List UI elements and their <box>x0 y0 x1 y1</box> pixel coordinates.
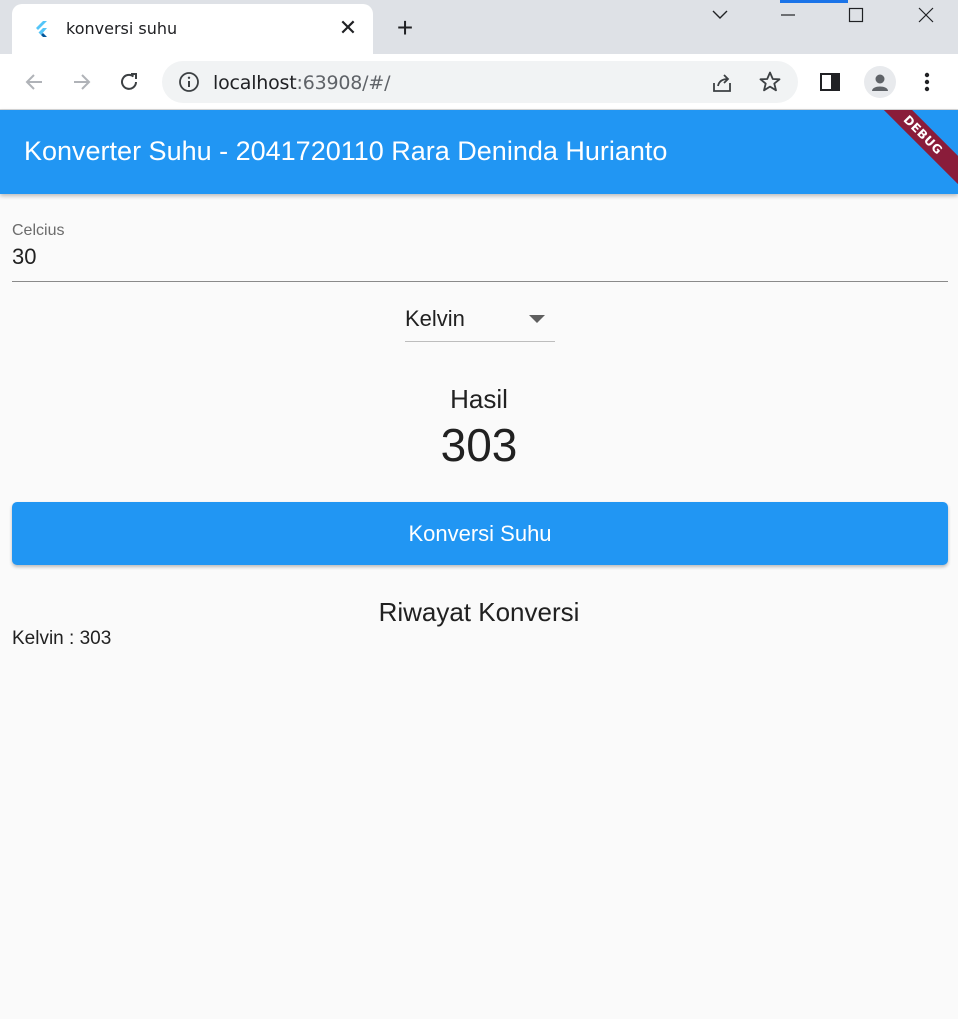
tab-close-icon[interactable]: ✕ <box>336 15 360 40</box>
result-label: Hasil <box>450 384 508 414</box>
convert-button[interactable]: Konversi Suhu <box>12 502 948 565</box>
history-title: Riwayat Konversi <box>378 597 580 627</box>
info-icon[interactable] <box>178 71 200 93</box>
history-list: Kelvin : 303 <box>12 628 111 652</box>
celcius-input[interactable]: 30 <box>12 244 36 270</box>
unit-dropdown[interactable]: Kelvin <box>405 300 555 342</box>
tab-search-icon[interactable] <box>690 0 750 30</box>
dropdown-arrow-icon <box>529 315 545 323</box>
profile-avatar-icon[interactable] <box>864 66 896 98</box>
reload-icon[interactable] <box>113 66 145 98</box>
address-bar[interactable]: localhost:63908/#/ <box>162 61 798 103</box>
share-icon[interactable] <box>710 71 734 95</box>
minimize-icon[interactable] <box>758 0 818 30</box>
celcius-field[interactable]: Celcius 30 <box>12 218 948 282</box>
debug-banner: DEBUG <box>862 110 958 194</box>
browser-toolbar: localhost:63908/#/ <box>0 54 958 110</box>
url-text: localhost:63908/#/ <box>213 72 391 94</box>
history-item: Kelvin : 303 <box>12 628 112 649</box>
result-value: 303 <box>440 419 518 471</box>
browser-tab[interactable]: konversi suhu ✕ <box>12 4 373 54</box>
celcius-label: Celcius <box>12 222 65 239</box>
browser-tabstrip: konversi suhu ✕ + <box>0 0 958 54</box>
forward-icon[interactable] <box>66 66 98 98</box>
back-icon[interactable] <box>18 66 50 98</box>
menu-dots-icon[interactable] <box>913 68 941 96</box>
tab-title: konversi suhu <box>66 19 178 38</box>
dropdown-selected: Kelvin <box>405 306 465 331</box>
app-bar: Konverter Suhu - 2041720110 Rara Deninda… <box>0 110 958 194</box>
flutter-icon <box>32 19 52 39</box>
side-panel-icon[interactable] <box>816 68 844 96</box>
page-title: Konverter Suhu - 2041720110 Rara Deninda… <box>24 136 668 166</box>
close-window-icon[interactable] <box>896 0 956 30</box>
bookmark-star-icon[interactable] <box>758 70 782 94</box>
maximize-icon[interactable] <box>826 0 886 30</box>
new-tab-icon[interactable]: + <box>390 12 420 43</box>
